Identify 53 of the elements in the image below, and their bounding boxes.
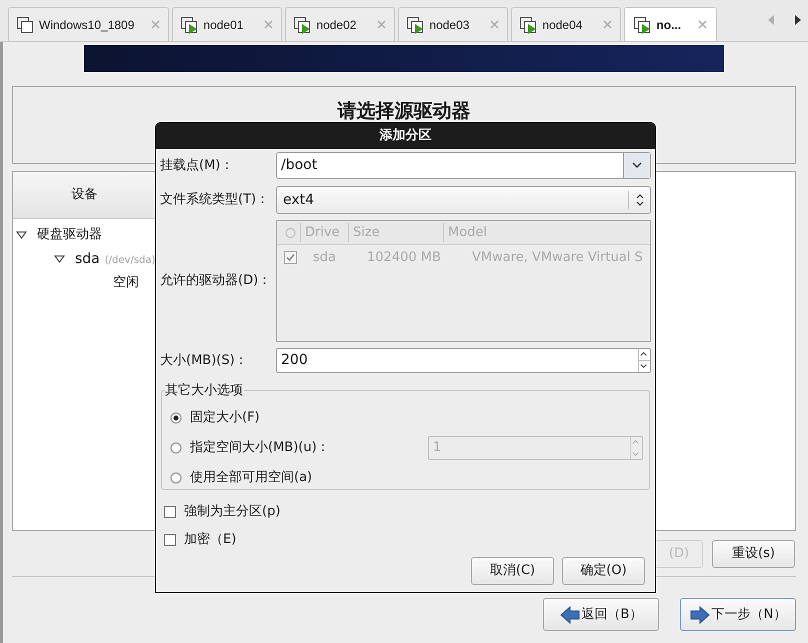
table-cell-text: 102400 MB — [367, 248, 442, 267]
tree-item[interactable]: 硬盘驱动器 — [37, 225, 102, 245]
arrow-left-icon — [560, 606, 580, 624]
filesystem-select[interactable]: ext4 — [276, 186, 651, 214]
dialog-button[interactable]: 确定(O) — [562, 557, 645, 585]
vm-running-icon — [406, 16, 424, 34]
close-icon — [263, 19, 274, 30]
close-icon — [697, 19, 708, 30]
tree-item[interactable]: 空闲 — [113, 273, 139, 293]
vm-running-icon — [293, 16, 312, 34]
checkbox-label[interactable]: 強制为主分区(p) — [184, 502, 280, 522]
scroll-left-icon — [767, 14, 775, 26]
vm-running-icon — [180, 16, 198, 34]
vm-tab[interactable]: no... — [624, 7, 718, 41]
vm-running-icon — [633, 16, 652, 34]
field-label: 挂载点(M)： — [160, 156, 234, 175]
checkbox-label[interactable]: 加密（E) — [184, 530, 236, 550]
table-cell-text: sda — [313, 248, 337, 267]
back-button[interactable]: 返回（B） — [543, 598, 659, 631]
device-path: (/dev/sda) — [104, 254, 156, 268]
table-cell-text: VMware, VMware Virtual S — [472, 248, 643, 267]
vm-tab[interactable]: node03 — [398, 7, 508, 41]
arrow-right-icon — [690, 606, 710, 624]
vm-tab[interactable]: node01 — [172, 7, 282, 41]
updown-icon — [636, 194, 644, 206]
field-label: 文件系统类型(T)： — [160, 191, 270, 210]
field-label: 允许的驱动器(D)： — [160, 272, 272, 290]
tree-item[interactable]: sda — [75, 248, 100, 270]
window-icon — [16, 16, 34, 34]
field-label: 大小(MB)(S)： — [160, 352, 249, 370]
close-icon — [602, 19, 614, 30]
vm-tab[interactable]: node04 — [511, 7, 622, 41]
size-spinbox[interactable]: 200 — [276, 348, 651, 373]
close-icon — [489, 19, 500, 30]
mount-point-combo[interactable]: /boot — [276, 152, 651, 179]
close-icon — [150, 19, 162, 30]
close-icon — [376, 19, 388, 30]
radio-column-icon — [285, 226, 296, 238]
page-heading: 请选择源驱动器 — [338, 99, 470, 124]
radio-label[interactable]: 固定大小(F) — [190, 408, 260, 428]
scroll-right-icon — [794, 14, 802, 26]
spin-arrows-icon — [638, 349, 650, 372]
dialog-button[interactable]: 取消(C) — [471, 557, 554, 585]
dialog-title: 添加分区 — [156, 123, 655, 149]
vm-tab[interactable]: node02 — [285, 7, 396, 41]
vm-tab[interactable]: Windows10_1809 — [8, 7, 170, 41]
action-button[interactable]: 重设(s) — [712, 540, 795, 568]
next-button[interactable]: 下一步（N） — [680, 598, 796, 631]
radio-label[interactable]: 指定空间大小(MB)(u)： — [190, 438, 330, 458]
column-header[interactable]: 设备 — [13, 172, 156, 219]
dropdown-icon — [632, 162, 642, 169]
radio-label[interactable]: 使用全部可用空间(a) — [190, 468, 312, 488]
vm-running-icon — [519, 16, 538, 34]
